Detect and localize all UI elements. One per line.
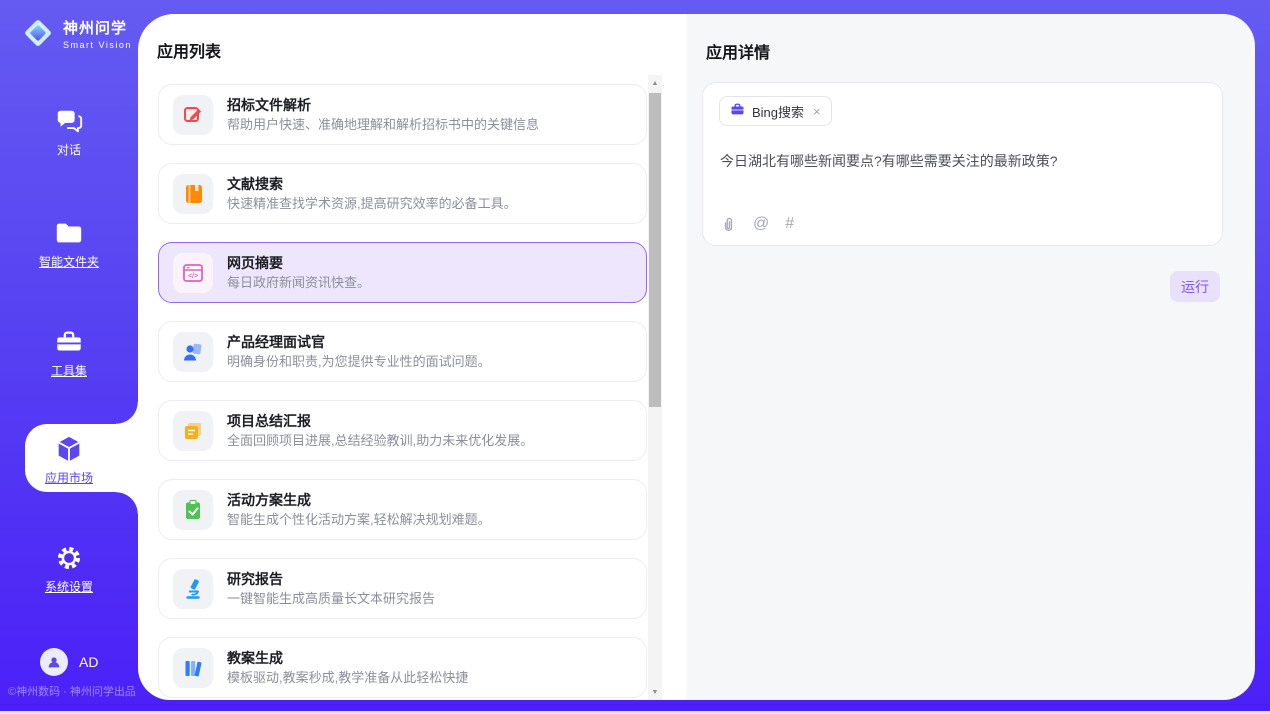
app-card-title: 项目总结汇报 xyxy=(227,411,533,432)
app-card-list: 招标文件解析帮助用户快速、准确地理解和解析招标书中的关键信息 文献搜索快速精准查… xyxy=(158,84,647,698)
folder-icon xyxy=(54,218,84,248)
prompt-toolbar: @ # xyxy=(720,215,794,232)
app-card-description: 快速精准查找学术资源,提高研究效率的必备工具。 xyxy=(227,195,517,214)
sidebar-item-label: 系统设置 xyxy=(45,578,93,595)
app-card-project-summary[interactable]: 项目总结汇报全面回顾项目进展,总结经验教训,助力未来优化发展。 xyxy=(158,400,647,461)
card-text: 产品经理面试官明确身份和职责,为您提供专业性的面试问题。 xyxy=(227,332,491,372)
briefcase-icon xyxy=(730,102,745,120)
app-card-research-report[interactable]: 研究报告一键智能生成高质量长文本研究报告 xyxy=(158,558,647,619)
app-card-title: 网页摘要 xyxy=(227,253,370,274)
app-card-description: 明确身份和职责,为您提供专业性的面试问题。 xyxy=(227,353,491,372)
app-card-web-summary[interactable]: </> 网页摘要每日政府新闻资讯快查。 xyxy=(158,242,647,303)
sidebar-item-label: 对话 xyxy=(57,141,81,158)
gear-icon xyxy=(54,543,84,573)
app-card-title: 活动方案生成 xyxy=(227,490,491,511)
sidebar-item-label: 应用市场 xyxy=(45,469,93,486)
app-card-title: 招标文件解析 xyxy=(227,95,539,116)
copyright-footer: ©神州数码 · 神州问学出品 xyxy=(8,683,136,699)
brand: 神州问学 Smart Vision xyxy=(20,15,132,51)
cube-icon xyxy=(54,434,84,464)
app-card-description: 一键智能生成高质量长文本研究报告 xyxy=(227,590,435,609)
avatar-icon xyxy=(40,648,68,676)
clipboard-check-icon xyxy=(173,490,213,530)
microscope-icon xyxy=(173,569,213,609)
tool-tag-bing-search[interactable]: Bing搜索 × xyxy=(719,96,832,126)
app-card-description: 智能生成个性化活动方案,轻松解决规划难题。 xyxy=(227,511,491,530)
scroll-down-icon[interactable]: ▼ xyxy=(648,685,662,699)
svg-text:</>: </> xyxy=(188,273,198,280)
app-card-lesson-plan[interactable]: 教案生成模板驱动,教案秒成,教学准备从此轻松快捷 xyxy=(158,637,647,698)
sidebar-item-label: 工具集 xyxy=(51,362,87,379)
app-card-description: 全面回顾项目进展,总结经验教训,助力未来优化发展。 xyxy=(227,432,533,451)
hash-icon[interactable]: # xyxy=(785,215,794,232)
sidebar-item-app-market[interactable]: 应用市场 xyxy=(0,434,138,486)
app-detail-panel: 应用详情 Bing搜索 × 今日湖北有哪些新闻要点?有哪些需要关注的最新政策? … xyxy=(686,14,1255,700)
at-icon[interactable]: @ xyxy=(753,215,769,232)
brand-subtitle: Smart Vision xyxy=(63,40,132,50)
card-text: 活动方案生成智能生成个性化活动方案,轻松解决规划难题。 xyxy=(227,490,491,530)
app-card-description: 帮助用户快速、准确地理解和解析招标书中的关键信息 xyxy=(227,116,539,135)
card-text: 项目总结汇报全面回顾项目进展,总结经验教训,助力未来优化发展。 xyxy=(227,411,533,451)
app-card-title: 产品经理面试官 xyxy=(227,332,491,353)
sidebar-item-smart-folder[interactable]: 智能文件夹 xyxy=(0,218,138,270)
card-text: 招标文件解析帮助用户快速、准确地理解和解析招标书中的关键信息 xyxy=(227,95,539,135)
interview-icon xyxy=(173,332,213,372)
app-list-title: 应用列表 xyxy=(157,38,221,62)
sidebar: 神州问学 Smart Vision 对话智能文件夹 工具集 应用市场 系统设置 … xyxy=(0,0,138,711)
card-text: 网页摘要每日政府新闻资讯快查。 xyxy=(227,253,370,293)
app-card-description: 模板驱动,教案秒成,教学准备从此轻松快捷 xyxy=(227,669,468,688)
scrollbar-thumb[interactable] xyxy=(649,93,661,407)
card-text: 研究报告一键智能生成高质量长文本研究报告 xyxy=(227,569,435,609)
code-window-icon: </> xyxy=(173,253,213,293)
app-card-tender-parse[interactable]: 招标文件解析帮助用户快速、准确地理解和解析招标书中的关键信息 xyxy=(158,84,647,145)
run-button[interactable]: 运行 xyxy=(1170,271,1220,302)
paperclip-icon[interactable] xyxy=(720,215,737,232)
diamond-logo-icon xyxy=(20,15,56,51)
app-window: 神州问学 Smart Vision 对话智能文件夹 工具集 应用市场 系统设置 … xyxy=(0,0,1270,714)
tool-tag-label: Bing搜索 xyxy=(752,102,804,121)
chat-icon xyxy=(54,106,84,136)
app-card-description: 每日政府新闻资讯快查。 xyxy=(227,274,370,293)
app-list-panel: 应用列表 招标文件解析帮助用户快速、准确地理解和解析招标书中的关键信息 文献搜索… xyxy=(138,14,686,700)
brand-text: 神州问学 Smart Vision xyxy=(63,17,132,50)
main-content: 应用列表 招标文件解析帮助用户快速、准确地理解和解析招标书中的关键信息 文献搜索… xyxy=(138,14,1255,700)
app-card-literature-search[interactable]: 文献搜索快速精准查找学术资源,提高研究效率的必备工具。 xyxy=(158,163,647,224)
app-detail-title: 应用详情 xyxy=(706,39,770,63)
app-card-title: 文献搜索 xyxy=(227,174,517,195)
app-card-pm-interviewer[interactable]: 产品经理面试官明确身份和职责,为您提供专业性的面试问题。 xyxy=(158,321,647,382)
sidebar-item-system-settings[interactable]: 系统设置 xyxy=(0,543,138,595)
book-icon xyxy=(173,174,213,214)
brand-name: 神州问学 xyxy=(63,17,132,38)
scrollbar[interactable]: ▲ ▼ xyxy=(648,75,662,700)
sidebar-item-chat[interactable]: 对话 xyxy=(0,106,138,158)
prompt-card[interactable]: Bing搜索 × 今日湖北有哪些新闻要点?有哪些需要关注的最新政策? @ # xyxy=(702,82,1223,246)
prompt-input[interactable]: 今日湖北有哪些新闻要点?有哪些需要关注的最新政策? xyxy=(720,151,1206,171)
sidebar-item-toolset[interactable]: 工具集 xyxy=(0,327,138,379)
sidebar-item-label: 智能文件夹 xyxy=(39,253,99,270)
scroll-up-icon[interactable]: ▲ xyxy=(648,76,662,90)
books-icon xyxy=(173,648,213,688)
app-card-title: 教案生成 xyxy=(227,648,468,669)
card-text: 文献搜索快速精准查找学术资源,提高研究效率的必备工具。 xyxy=(227,174,517,214)
notes-icon xyxy=(173,411,213,451)
user-initials: AD xyxy=(79,654,98,670)
toolbox-icon xyxy=(54,327,84,357)
app-background: 神州问学 Smart Vision 对话智能文件夹 工具集 应用市场 系统设置 … xyxy=(0,0,1270,711)
close-icon[interactable]: × xyxy=(813,104,821,119)
app-card-event-plan[interactable]: 活动方案生成智能生成个性化活动方案,轻松解决规划难题。 xyxy=(158,479,647,540)
user-chip[interactable]: AD xyxy=(40,648,98,676)
edit-icon xyxy=(173,95,213,135)
app-card-title: 研究报告 xyxy=(227,569,435,590)
card-text: 教案生成模板驱动,教案秒成,教学准备从此轻松快捷 xyxy=(227,648,468,688)
